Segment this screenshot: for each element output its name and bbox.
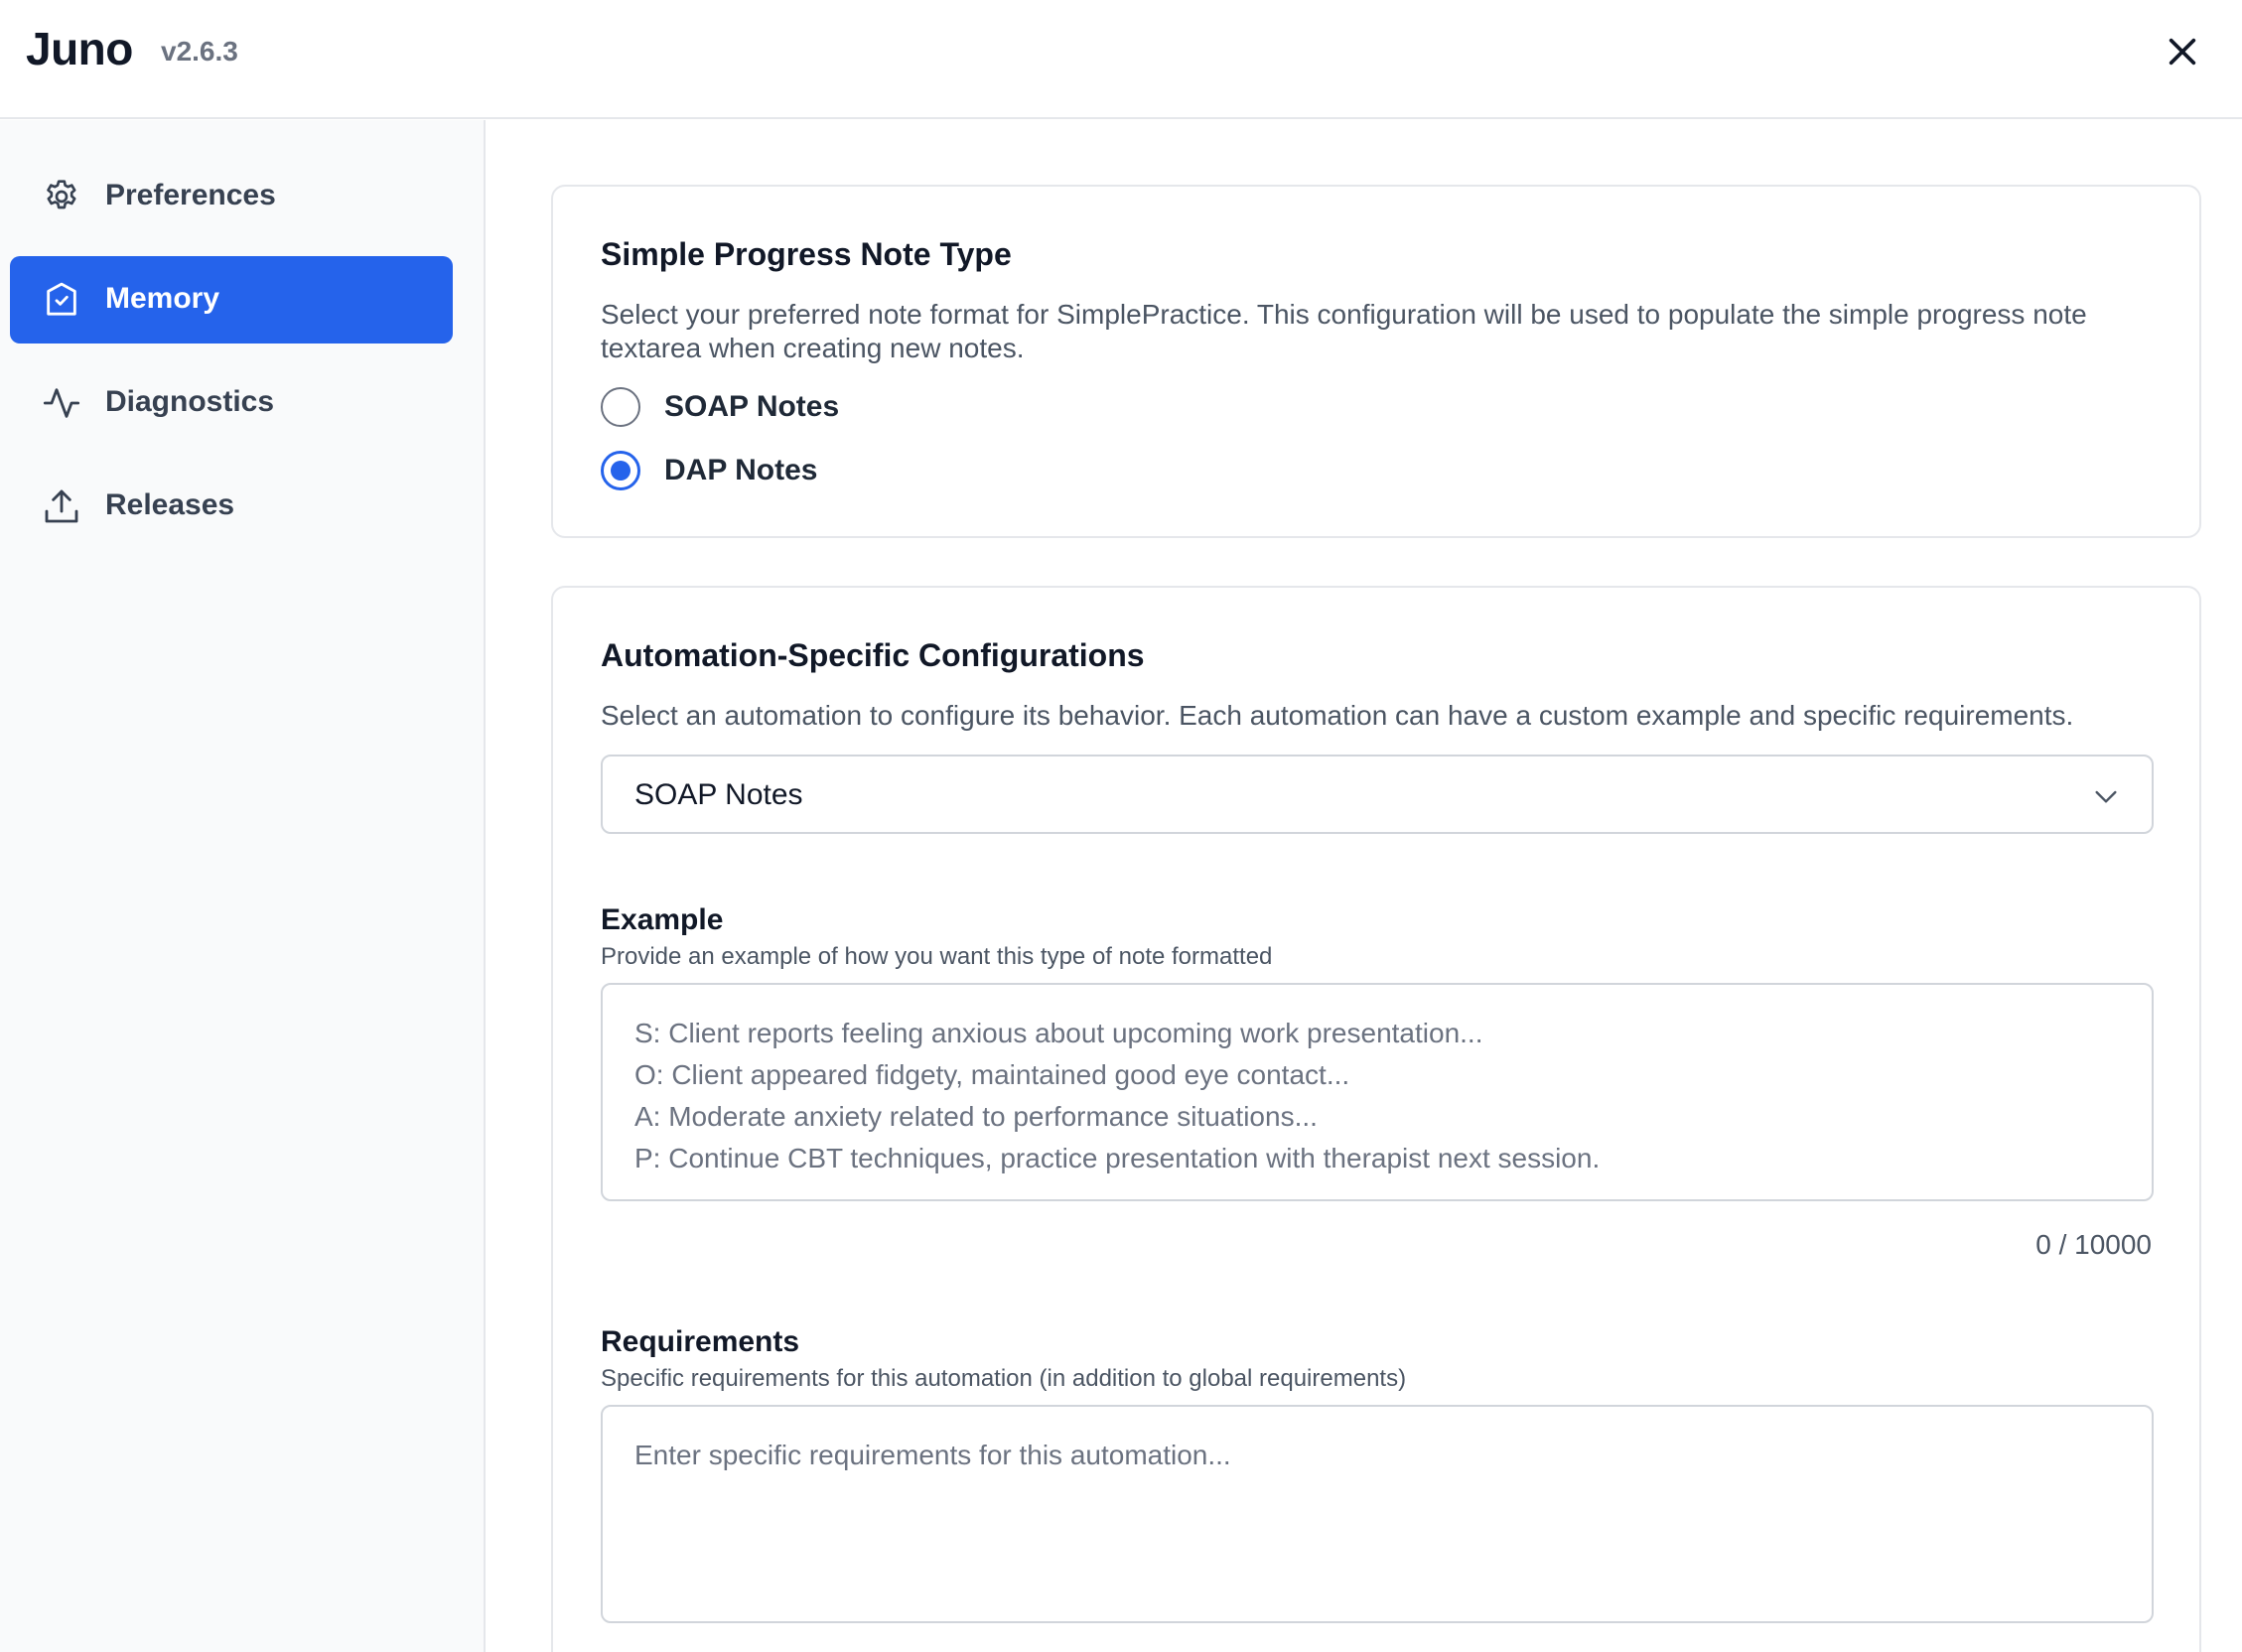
close-icon — [2169, 38, 2196, 66]
gear-icon — [40, 175, 83, 218]
radio-soap-notes[interactable]: SOAP Notes — [601, 385, 839, 429]
example-textarea[interactable]: S: Client reports feeling anxious about … — [601, 983, 2154, 1201]
chevron-down-icon — [2095, 790, 2117, 803]
example-character-counter: 0 / 10000 — [2035, 1229, 2152, 1260]
example-help-text: Provide an example of how you want this … — [601, 943, 1273, 970]
automation-config-card: Automation-Specific Configurations Selec… — [551, 586, 2201, 1652]
card-title: Simple Progress Note Type — [601, 236, 1012, 272]
radio-button[interactable] — [601, 387, 640, 427]
sidebar-item-diagnostics[interactable]: Diagnostics — [10, 359, 453, 447]
upload-icon — [40, 484, 83, 528]
example-placeholder-line: P: Continue CBT techniques, practice pre… — [634, 1143, 1601, 1173]
app-title: Juno — [26, 23, 133, 74]
radio-label: SOAP Notes — [664, 390, 840, 423]
app-version: v2.6.3 — [161, 36, 238, 67]
note-type-card: Simple Progress Note Type Select your pr… — [551, 185, 2201, 538]
sidebar-item-label: Releases — [105, 488, 235, 521]
title-bar: Juno v2.6.3 — [0, 0, 2242, 119]
sidebar-item-memory[interactable]: Memory — [10, 256, 453, 344]
automation-select[interactable]: SOAP Notes — [601, 755, 2154, 834]
sidebar-item-label: Preferences — [105, 179, 276, 211]
sidebar: Preferences Memory Diagnostics Releases — [0, 120, 486, 1652]
example-label: Example — [601, 903, 724, 936]
card-description: Select your preferred note format for Si… — [601, 299, 2087, 363]
sidebar-item-label: Diagnostics — [105, 385, 275, 418]
card-title: Automation-Specific Configurations — [601, 637, 1145, 673]
sidebar-item-label: Memory — [105, 282, 220, 315]
radio-button[interactable] — [601, 451, 640, 490]
activity-icon — [40, 381, 83, 425]
requirements-help-text: Specific requirements for this automatio… — [601, 1365, 1407, 1392]
requirements-label: Requirements — [601, 1325, 800, 1358]
radio-dap-notes[interactable]: DAP Notes — [601, 449, 817, 492]
example-placeholder-line: O: Client appeared fidgety, maintained g… — [634, 1059, 1350, 1090]
sidebar-item-releases[interactable]: Releases — [10, 463, 453, 550]
example-placeholder-line: A: Moderate anxiety related to performan… — [634, 1101, 1318, 1132]
main-content[interactable]: Simple Progress Note Type Select your pr… — [488, 120, 2242, 1652]
card-description: Select an automation to configure its be… — [601, 700, 2074, 731]
example-placeholder-line: S: Client reports feeling anxious about … — [634, 1018, 1483, 1048]
automation-select-value: SOAP Notes — [634, 778, 803, 811]
radio-label: DAP Notes — [664, 454, 818, 486]
requirements-textarea[interactable]: Enter specific requirements for this aut… — [601, 1405, 2154, 1623]
close-button[interactable] — [2161, 30, 2204, 73]
shield-check-icon — [40, 278, 83, 322]
requirements-placeholder: Enter specific requirements for this aut… — [634, 1440, 1231, 1470]
sidebar-item-preferences[interactable]: Preferences — [10, 153, 453, 240]
